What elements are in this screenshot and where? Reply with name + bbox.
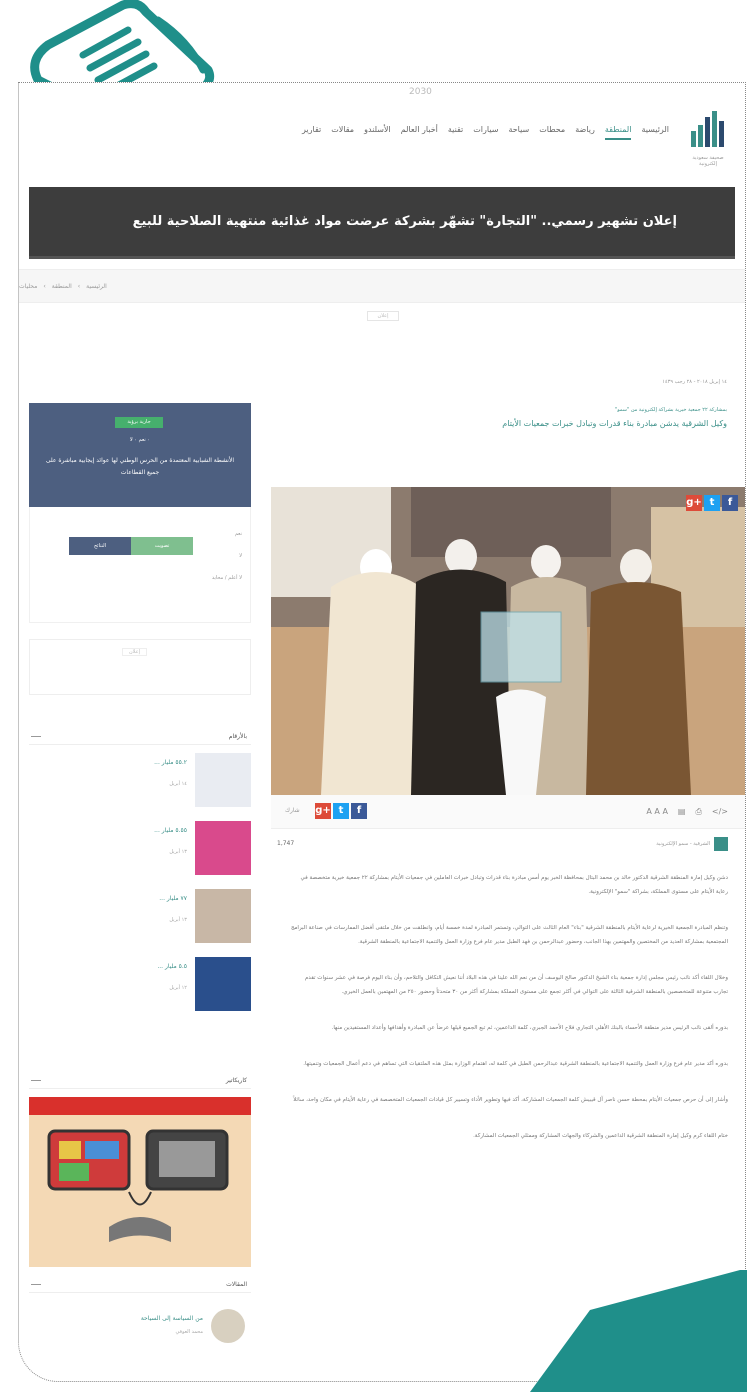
numbers-item-date: ١٣ أبريل (169, 917, 187, 923)
poll-widget: جارية برؤية ٠ نعم ٠ لا الأنشطة الشبابية … (29, 403, 251, 507)
main-nav: الرئيسية المنطقة رياضة محطات سياحة سيارا… (302, 125, 669, 140)
poll-results-button[interactable]: النتائج (69, 537, 131, 555)
browser-page: 2030 صحيفة سعودية إلكترونية الرئيسية الم… (18, 82, 746, 1382)
view-count: 1,747 (277, 840, 295, 847)
article-paragraph: بدوره ألقى نائب الرئيس مدير منطقة الأحسا… (331, 1025, 728, 1031)
nav-region[interactable]: المنطقة (604, 125, 632, 140)
article-body: دشن وكيل إمارة المنطقة الشرقية الدكتور خ… (271, 871, 745, 1165)
breadcrumb-region[interactable]: المنطقة (52, 283, 72, 290)
numbers-item-date: ١٤ أبريل (169, 781, 187, 787)
numbers-item-title[interactable]: ٥.٥٥ مليار ... (154, 827, 187, 834)
breadcrumb-local[interactable]: محليات (19, 283, 37, 290)
corner-decoration-shape (530, 1270, 747, 1392)
numbers-item-title[interactable]: ٧٧ مليار ... (159, 895, 187, 902)
twitter-share-icon[interactable]: t (333, 803, 349, 819)
numbers-item[interactable]: ٧٧ مليار ... ١٣ أبريل (29, 889, 251, 949)
article-subtitle: بمشاركة ٢٢ جمعية خيرية بشراكة إلكترونية … (614, 407, 727, 413)
pdf-icon[interactable]: ▤ (678, 807, 686, 817)
article-paragraph: بدوره أكد مدير عام فرع وزارة العمل والتن… (303, 1061, 728, 1067)
article-tools: </> ⎙ ▤ A A A (646, 807, 728, 817)
poll-vote-button[interactable]: تصويت (131, 537, 193, 555)
sidebar: جارية برؤية ٠ نعم ٠ لا الأنشطة الشبابية … (29, 403, 251, 1343)
sidebar-ad: إعلان (29, 639, 251, 695)
numbers-item[interactable]: ٥٥.٢ مليار ... ١٤ أبريل (29, 753, 251, 813)
article-paragraph: ختام اللقاء كرم وكيل إمارة المنطقة الشرق… (473, 1133, 728, 1139)
numbers-title: بالأرقام (228, 733, 247, 740)
font-size-icon[interactable]: A A A (646, 807, 668, 817)
nav-stations[interactable]: محطات (539, 125, 565, 140)
caricature-drawing (29, 1097, 251, 1267)
article-date: ١٤ إبريل ٢٠١٨ - ٢٨ رجب ١٤٣٩ (662, 379, 727, 385)
nav-cars[interactable]: سيارات (473, 125, 498, 140)
share-count: شارك (285, 807, 300, 814)
breadcrumb-home[interactable]: الرئيسية (86, 283, 107, 290)
numbers-item[interactable]: ٥.٥٥ مليار ... ١٣ أبريل (29, 821, 251, 881)
nav-reports[interactable]: تقارير (302, 125, 321, 140)
numbers-header: بالأرقام (29, 731, 251, 745)
article-photo: f t g+ (271, 487, 745, 795)
google-plus-icon[interactable]: g+ (686, 495, 702, 511)
source-text: الشرقية - سمو الإلكترونية (656, 841, 710, 847)
photo-share-buttons: f t g+ (686, 495, 738, 511)
numbers-item-date: ١٣ أبريل (169, 849, 187, 855)
logo-caption: صحيفة سعودية إلكترونية (692, 155, 724, 167)
poll-stats: ٠ نعم ٠ لا (129, 437, 151, 443)
caricature-header: كاريكاتير (29, 1075, 251, 1089)
numbers-item-date: ١٢ أبريل (169, 985, 187, 991)
facebook-icon[interactable]: f (722, 495, 738, 511)
nav-tech[interactable]: تقنية (448, 125, 463, 140)
poll-option[interactable]: لا أعلم / محايد (212, 575, 242, 581)
google-plus-share-icon[interactable]: g+ (315, 803, 331, 819)
caricature-image[interactable] (29, 1097, 251, 1267)
articles-header: المقالات (29, 1279, 251, 1293)
photo-illustration (271, 487, 745, 795)
numbers-item-title[interactable]: ٥.٥ مليار ... (157, 963, 187, 970)
nav-articles[interactable]: مقالات (331, 125, 354, 140)
print-icon[interactable]: ⎙ (695, 807, 701, 817)
nav-sports[interactable]: رياضة (575, 125, 595, 140)
headline-text[interactable]: إعلان تشهير رسمي.. "التجارة" تشهّر بشركة… (133, 214, 677, 229)
article-paragraph: وأشار إلى أن حرص جمعيات الأيتام بمحطة حس… (293, 1097, 728, 1103)
article-paragraph: دشن وكيل إمارة المنطقة الشرقية الدكتور خ… (300, 875, 729, 895)
source-logo-icon (714, 837, 728, 851)
poll-option[interactable]: نعم (235, 531, 242, 537)
article-source-row: الشرقية - سمو الإلكترونية 1,747 (271, 829, 745, 859)
ad-label: إعلان (367, 311, 399, 321)
poll-badge: جارية برؤية (115, 417, 163, 428)
article-paragraph: وخلال اللقاء أكد نائب رئيس مجلس إدارة جم… (304, 975, 728, 995)
numbers-thumb (195, 957, 251, 1011)
facebook-share-icon[interactable]: f (351, 803, 367, 819)
share-buttons: g+ t f (315, 803, 367, 819)
author-article-title[interactable]: من السياسة إلى السياحة (141, 1315, 203, 1322)
article-toolbar: شارك g+ t f </> ⎙ ▤ A A A (271, 795, 745, 829)
breadcrumb: الرئيسية › المنطقة › محليات (19, 269, 745, 303)
nav-home[interactable]: الرئيسية (641, 125, 669, 140)
embed-icon[interactable]: </> (712, 807, 728, 817)
headline-ticker[interactable]: إعلان تشهير رسمي.. "التجارة" تشهّر بشركة… (29, 187, 735, 259)
author-name: محمد العوفي (175, 1329, 203, 1335)
poll-options: نعم لا لا أعلم / محايد (29, 507, 251, 623)
sidebar-ad-label: إعلان (122, 648, 148, 656)
articles-title: المقالات (226, 1281, 247, 1288)
numbers-item[interactable]: ٥.٥ مليار ... ١٢ أبريل (29, 957, 251, 1017)
caricature-title: كاريكاتير (225, 1077, 247, 1084)
poll-buttons: النتائج تصويت (69, 537, 193, 555)
numbers-item-title[interactable]: ٥٥.٢ مليار ... (154, 759, 187, 766)
nav-tourism[interactable]: سياحة (508, 125, 529, 140)
poll-option[interactable]: لا (239, 553, 242, 559)
site-header: 2030 صحيفة سعودية إلكترونية الرئيسية الم… (19, 83, 745, 183)
author-item[interactable]: من السياسة إلى السياحة محمد العوفي (29, 1309, 251, 1345)
numbers-thumb (195, 821, 251, 875)
numbers-thumb (195, 889, 251, 943)
twitter-icon[interactable]: t (704, 495, 720, 511)
nav-islando[interactable]: الأسلندو (364, 125, 391, 140)
nav-world[interactable]: أخبار العالم (401, 125, 438, 140)
vision-2030-text: 2030 (409, 87, 432, 97)
numbers-thumb (195, 753, 251, 807)
poll-question: الأنشطة الشبابية المعتمدة من الحرس الوطن… (45, 457, 235, 476)
author-avatar (211, 1309, 245, 1343)
article-paragraph: وتنظم المبادرة الجمعية الخيرية لرعاية ال… (290, 925, 728, 945)
site-logo[interactable] (689, 107, 729, 153)
article-title: وكيل الشرقية يدشن مبادرة بناء قدرات وتبا… (502, 419, 727, 428)
